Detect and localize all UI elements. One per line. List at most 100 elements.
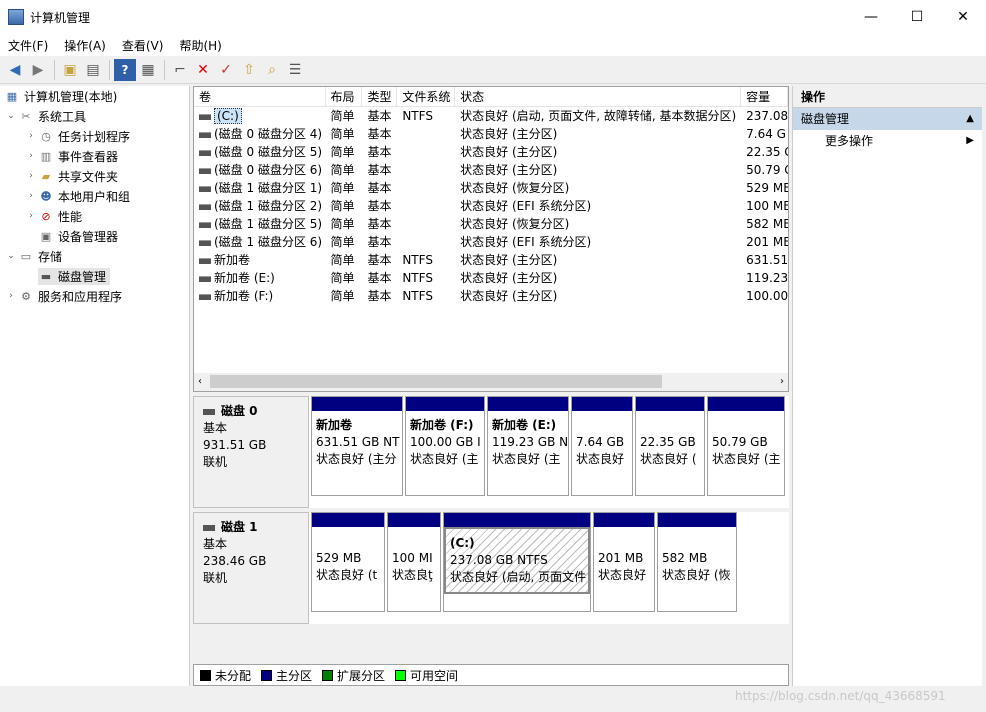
volume-row[interactable]: (磁盘 1 磁盘分区 1) 简单 基本 状态良好 (恢复分区) 529 MB bbox=[194, 179, 788, 197]
menu-view[interactable]: 查看(V) bbox=[114, 37, 172, 54]
chevron-right-icon[interactable]: › bbox=[24, 191, 38, 201]
column-capacity[interactable]: 容量 bbox=[741, 87, 788, 106]
partition-block[interactable]: 新加卷 (F:) 100.00 GB I 状态良好 (主 bbox=[405, 396, 485, 496]
chevron-right-icon[interactable]: › bbox=[4, 291, 18, 301]
volume-cell: 582 MB bbox=[746, 217, 788, 231]
scroll-left-icon[interactable]: ‹ bbox=[198, 373, 202, 391]
help-icon[interactable]: ? bbox=[114, 58, 136, 81]
volume-row[interactable]: 新加卷 (E:) 简单 基本 NTFS 状态良好 (主分区) 119.23 bbox=[194, 269, 788, 287]
partition-status: 状态良好 (主 bbox=[712, 452, 781, 466]
volume-cell bbox=[397, 197, 455, 215]
disk-1-info[interactable]: 磁盘 1 基本 238.46 GB 联机 bbox=[193, 512, 309, 624]
tree-item-event-viewer[interactable]: › ▥ 事件查看器 bbox=[0, 146, 189, 166]
more-actions-item[interactable]: 更多操作 ▶ bbox=[793, 130, 982, 152]
volume-icon bbox=[199, 131, 211, 138]
partition-size: 529 MB bbox=[316, 551, 362, 565]
column-volume[interactable]: 卷 bbox=[194, 87, 326, 106]
import-icon[interactable]: ⇧ bbox=[238, 59, 260, 81]
chevron-down-icon[interactable]: ⌄ bbox=[4, 251, 18, 261]
volume-row[interactable]: (C:) 简单 基本 NTFS 状态良好 (启动, 页面文件, 故障转储, 基本数据分区… bbox=[194, 107, 788, 125]
menu-help[interactable]: 帮助(H) bbox=[171, 37, 229, 54]
list-icon[interactable]: ☰ bbox=[284, 59, 306, 81]
menu-action[interactable]: 操作(A) bbox=[56, 37, 114, 54]
search-icon[interactable]: ⌕ bbox=[261, 59, 283, 81]
volume-row[interactable]: (磁盘 1 磁盘分区 5) 简单 基本 状态良好 (恢复分区) 582 MB bbox=[194, 215, 788, 233]
partition-block[interactable]: 50.79 GB 状态良好 (主 bbox=[707, 396, 785, 496]
volume-name: (磁盘 1 磁盘分区 2) bbox=[214, 199, 323, 213]
column-layout[interactable]: 布局 bbox=[326, 87, 363, 106]
tree-item-storage[interactable]: ⌄ ▭ 存储 bbox=[0, 246, 189, 266]
partition-block[interactable]: 201 MB 状态良好 bbox=[593, 512, 655, 612]
volume-cell: 新加卷 (F:) bbox=[194, 287, 326, 305]
partition-block[interactable]: 22.35 GB 状态良好 ( bbox=[635, 396, 705, 496]
partition-status: 状态良好 (恢 bbox=[662, 568, 731, 582]
tree-item-services-apps[interactable]: › ⚙ 服务和应用程序 bbox=[0, 286, 189, 306]
partition-block[interactable]: 100 MI 状态良ţ bbox=[387, 512, 441, 612]
volume-row[interactable]: 新加卷 简单 基本 NTFS 状态良好 (主分区) 631.51 bbox=[194, 251, 788, 269]
column-type[interactable]: 类型 bbox=[362, 87, 398, 106]
up-folder-icon[interactable]: ▣ bbox=[59, 59, 81, 81]
volume-cell: 简单 bbox=[330, 289, 355, 303]
volume-cell: 状态良好 (主分区) bbox=[460, 163, 558, 177]
partition-block[interactable]: 新加卷 631.51 GB NT 状态良好 (主分 bbox=[311, 396, 403, 496]
check-icon[interactable]: ✓ bbox=[215, 59, 237, 81]
chevron-right-icon[interactable]: › bbox=[24, 151, 38, 161]
volume-cell: NTFS bbox=[402, 271, 433, 285]
scroll-right-icon[interactable]: › bbox=[780, 373, 784, 391]
minimize-button[interactable]: — bbox=[848, 0, 894, 34]
forward-arrow-icon[interactable]: ▶ bbox=[27, 59, 49, 81]
collapse-arrow-icon[interactable]: ▲ bbox=[966, 108, 974, 130]
column-filesystem[interactable]: 文件系统 bbox=[397, 87, 456, 106]
tree-item-system-tools[interactable]: ⌄ ✂ 系统工具 bbox=[0, 106, 189, 126]
tree-item-shared-folders[interactable]: › ▰ 共享文件夹 bbox=[0, 166, 189, 186]
volume-row[interactable]: (磁盘 0 磁盘分区 6) 简单基本 状态良好 (主分区) 50.79 G bbox=[194, 161, 788, 179]
partition-label bbox=[662, 533, 732, 550]
delete-icon[interactable]: ✕ bbox=[192, 59, 214, 81]
tree-item-disk-management[interactable]: ▬ 磁盘管理 bbox=[0, 266, 189, 286]
volume-cell: 基本 bbox=[367, 217, 392, 231]
partition-block[interactable]: (C:) 237.08 GB NTFS 状态良好 (启动, 页面文件 bbox=[443, 512, 591, 612]
chevron-right-icon[interactable]: › bbox=[24, 131, 38, 141]
volume-cell: 基本 bbox=[367, 235, 392, 249]
connect-icon[interactable]: ⌐ bbox=[169, 59, 191, 81]
close-button[interactable]: ✕ bbox=[940, 0, 986, 34]
maximize-button[interactable]: ☐ bbox=[894, 0, 940, 34]
volume-name: (磁盘 1 磁盘分区 5) bbox=[214, 217, 323, 231]
partition-block[interactable]: 582 MB 状态良好 (恢 bbox=[657, 512, 737, 612]
volume-row[interactable]: (磁盘 0 磁盘分区 5) 简单基本 状态良好 (主分区) 22.35 G bbox=[194, 143, 788, 161]
volume-cell bbox=[397, 233, 455, 251]
disk-0-info[interactable]: 磁盘 0 基本 931.51 GB 联机 bbox=[193, 396, 309, 508]
actions-pane: 操作 磁盘管理 ▲ 更多操作 ▶ bbox=[792, 86, 982, 686]
volume-row[interactable]: (磁盘 1 磁盘分区 2) 简单 基本 状态良好 (EFI 系统分区) 100 MB bbox=[194, 197, 788, 215]
partition-legend: 未分配 主分区 扩展分区 可用空间 bbox=[193, 664, 789, 686]
chevron-right-icon[interactable]: › bbox=[24, 211, 38, 221]
tree-item-performance[interactable]: › ⊘ 性能 bbox=[0, 206, 189, 226]
disk-icon bbox=[203, 524, 215, 531]
tree-item-device-manager[interactable]: ▣ 设备管理器 bbox=[0, 226, 189, 246]
chevron-right-icon[interactable]: › bbox=[24, 171, 38, 181]
partition-block[interactable]: 新加卷 (E:) 119.23 GB N 状态良好 (主 bbox=[487, 396, 569, 496]
partition-block[interactable]: 529 MB 状态良好 (t bbox=[311, 512, 385, 612]
partition-label: 新加卷 bbox=[316, 418, 353, 432]
show-hide-tree-icon[interactable]: ▤ bbox=[82, 59, 104, 81]
volume-name: (磁盘 1 磁盘分区 6) bbox=[214, 235, 323, 249]
horizontal-scrollbar[interactable]: ‹ › bbox=[194, 373, 788, 391]
properties-icon[interactable]: ▦ bbox=[137, 59, 159, 81]
actions-section-disk-management[interactable]: 磁盘管理 ▲ bbox=[793, 108, 982, 130]
volume-row[interactable]: 新加卷 (F:) 简单 基本 NTFS 状态良好 (主分区) 100.00 bbox=[194, 287, 788, 305]
volume-cell bbox=[397, 215, 455, 233]
menu-file[interactable]: 文件(F) bbox=[0, 37, 56, 54]
column-status[interactable]: 状态 bbox=[455, 87, 742, 106]
chevron-down-icon[interactable]: ⌄ bbox=[4, 111, 18, 121]
volume-row[interactable]: (磁盘 0 磁盘分区 4) 简单 基本 状态良好 (主分区) 7.64 G bbox=[194, 125, 788, 143]
tree-item-root[interactable]: ▦ 计算机管理(本地) bbox=[0, 86, 189, 106]
event-log-icon: ▥ bbox=[40, 149, 52, 163]
partition-block[interactable]: 7.64 GB 状态良好 bbox=[571, 396, 633, 496]
back-arrow-icon[interactable]: ◀ bbox=[4, 59, 26, 81]
scrollbar-thumb[interactable] bbox=[210, 375, 662, 388]
volume-row[interactable]: (磁盘 1 磁盘分区 6) 简单 基本 状态良好 (EFI 系统分区) 201 MB bbox=[194, 233, 788, 251]
tree-item-label: 计算机管理(本地) bbox=[24, 89, 118, 104]
tree-item-task-scheduler[interactable]: › ◷ 任务计划程序 bbox=[0, 126, 189, 146]
tree-item-local-users[interactable]: › ☻ 本地用户和组 bbox=[0, 186, 189, 206]
partition-text: (C:) 237.08 GB NTFS 状态良好 (启动, 页面文件 bbox=[444, 527, 590, 594]
